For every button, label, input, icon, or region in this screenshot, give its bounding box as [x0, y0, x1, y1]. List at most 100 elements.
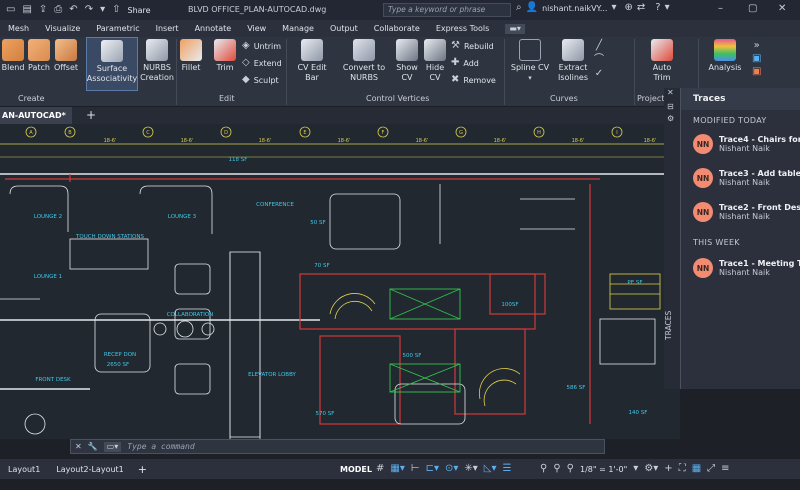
tab-express-tools[interactable]: Express Tools [428, 24, 498, 33]
wrench-icon[interactable]: 🔧 [88, 442, 98, 452]
show-cv-button[interactable]: Show CV [395, 39, 419, 83]
tab-parametric[interactable]: Parametric [88, 24, 147, 33]
trace-item[interactable]: NN Trace3 - Add table InNishant Naik [693, 168, 800, 188]
linewidth-icon[interactable]: ☰ [503, 464, 512, 474]
fillet-button[interactable]: Fillet [179, 39, 203, 73]
command-line[interactable]: ✕ 🔧 ▭▾ Type a command [70, 439, 605, 454]
tab-view[interactable]: View [239, 24, 274, 33]
cart-icon[interactable]: ⊕ [624, 3, 632, 13]
search-icon[interactable]: ⌕ [516, 3, 522, 13]
extract-isolines-button[interactable]: Extract Isolines [556, 39, 590, 83]
extend-button[interactable]: ◇ Extend [242, 58, 282, 68]
undo-icon[interactable]: ↶ [69, 5, 77, 15]
grid-icon[interactable]: # [376, 464, 384, 474]
polar-icon[interactable]: ⊙▾ [445, 464, 458, 474]
search-input[interactable]: Type a keyword or phrase [383, 3, 511, 17]
tab-collaborate[interactable]: Collaborate [366, 24, 428, 33]
settings-icon[interactable]: ⚙▾ [644, 464, 658, 474]
render-icon[interactable]: ▣ [752, 54, 761, 64]
close-icon[interactable]: ✕ [778, 4, 786, 14]
minimize-icon[interactable]: – [718, 4, 723, 14]
fullscreen-icon[interactable]: ⤢ [707, 464, 715, 474]
surface-associativity-button[interactable]: Surface Associativity [86, 37, 138, 91]
isodraft-icon[interactable]: ✳▾ [464, 464, 477, 474]
save-cloud-icon[interactable]: ⇪ [39, 5, 47, 15]
nurbs-creation-button[interactable]: NURBS Creation [140, 39, 174, 83]
panel-curves-label[interactable]: Curves [550, 94, 578, 103]
offset-button[interactable]: Offset [53, 39, 79, 73]
hardware-accel-icon[interactable]: ▦ [692, 464, 701, 474]
ortho-icon[interactable]: ⊏▾ [426, 464, 439, 474]
plus-icon[interactable]: + [664, 464, 672, 474]
trace-item[interactable]: NN Trace4 - Chairs for cNishant Naik [693, 134, 800, 154]
exchange-icon[interactable]: ⇄ [637, 3, 645, 13]
model-space-button[interactable]: MODEL [340, 465, 372, 474]
add-layout-button[interactable]: + [132, 463, 153, 476]
expand-icon[interactable]: » [754, 41, 760, 51]
annotation-visibility-icon[interactable]: ⚲ [540, 464, 547, 474]
remove-button[interactable]: ✖ Remove [451, 75, 496, 85]
trace-item[interactable]: NN Trace1 - Meeting TalNishant Naik [693, 258, 800, 278]
tab-insert[interactable]: Insert [148, 24, 187, 33]
share-icon[interactable]: ⇧ [112, 5, 120, 15]
panel-edit-label[interactable]: Edit [219, 94, 235, 103]
chevron-down-icon[interactable]: ▾ [633, 464, 638, 474]
file-tab-active[interactable]: AN-AUTOCAD* ✕ [0, 107, 72, 137]
help-icon[interactable]: ? [655, 3, 660, 13]
maximize-icon[interactable]: ▢ [748, 4, 757, 14]
trim-button[interactable]: Trim [213, 39, 237, 73]
chevron-down-icon[interactable]: ▾ [665, 3, 670, 13]
tab-visualize[interactable]: Visualize [37, 24, 88, 33]
curve-point-icon[interactable]: ✓ [595, 69, 603, 79]
annotation-scale-icon[interactable]: ⚲ [567, 464, 574, 474]
pin-icon[interactable]: ⊟ [667, 102, 674, 112]
untrim-button[interactable]: ◈ Untrim [242, 41, 281, 51]
isolate-icon[interactable]: ⛶ [679, 464, 686, 474]
close-icon[interactable]: ✕ [75, 442, 82, 452]
redo-icon[interactable]: ↷ [85, 5, 93, 15]
tab-annotate[interactable]: Annotate [187, 24, 240, 33]
analysis-button[interactable]: Analysis [706, 39, 744, 73]
add-button[interactable]: ✚ Add [451, 58, 479, 68]
snap-icon[interactable]: ▦▾ [390, 464, 404, 474]
settings-icon[interactable]: ⚙ [667, 114, 674, 124]
auto-scale-icon[interactable]: ⚲ [553, 464, 560, 474]
chevron-down-icon[interactable]: ▾ [528, 73, 532, 83]
curve-line-icon[interactable]: ╱ [596, 41, 602, 51]
layout-tab-layout1[interactable]: Layout1 [0, 465, 48, 474]
curve-arc-icon[interactable]: ⌒ [594, 55, 604, 65]
annotation-scale-value[interactable]: 1/8" = 1'-0" [580, 465, 627, 474]
print-icon[interactable]: ⎙ [54, 5, 62, 15]
spline-cv-button[interactable]: Spline CV ▾ [510, 39, 550, 83]
command-input[interactable]: Type a command [127, 442, 194, 451]
customize-icon[interactable]: ≡ [721, 464, 729, 474]
rebuild-button[interactable]: ⚒ Rebuild [451, 41, 494, 51]
object-snap-icon[interactable]: ◺▾ [484, 464, 497, 474]
sculpt-button[interactable]: ◆ Sculpt [242, 75, 279, 85]
convert-to-nurbs-button[interactable]: Convert to NURBS [342, 39, 386, 83]
share-button[interactable]: Share [128, 6, 151, 15]
tab-manage[interactable]: Manage [274, 24, 322, 33]
material-icon[interactable]: ▣ [752, 67, 761, 77]
tab-mesh[interactable]: Mesh [0, 24, 37, 33]
workspace-toggle-icon[interactable]: ▬▾ [505, 23, 525, 34]
trace-item[interactable]: NN Trace2 - Front Desk Nishant Naik [693, 202, 800, 222]
drawing-canvas[interactable]: A B C D E F G H I 18-6' 18-6' 18-6' 18-6… [0, 124, 680, 439]
infer-icon[interactable]: ⊢ [411, 464, 420, 474]
user-name[interactable]: nishant.naikVY... [542, 4, 607, 13]
open-icon[interactable]: ▭ [6, 5, 15, 15]
floor-plan-drawing[interactable]: A B C D E F G H I 18-6' 18-6' 18-6' 18-6… [0, 124, 680, 439]
close-icon[interactable]: ✕ [667, 88, 674, 98]
blend-button[interactable]: Blend [2, 39, 24, 73]
tab-output[interactable]: Output [322, 24, 366, 33]
layout-tab-layout2[interactable]: Layout2-Layout1 [48, 465, 131, 474]
chevron-down-icon[interactable]: ▾ [611, 3, 616, 13]
command-prompt-icon[interactable]: ▭▾ [103, 441, 122, 452]
user-account[interactable]: ⌕ 👤 nishant.naikVY... ▾ ⊕ ⇄ ? ▾ [516, 3, 670, 13]
new-tab-button[interactable]: + [86, 108, 96, 122]
cv-edit-bar-button[interactable]: CV Edit Bar [290, 39, 334, 83]
auto-trim-button[interactable]: Auto Trim [648, 39, 676, 83]
dropdown-icon[interactable]: ▾ [100, 5, 105, 15]
hide-cv-button[interactable]: Hide CV [423, 39, 447, 83]
patch-button[interactable]: Patch [28, 39, 50, 73]
